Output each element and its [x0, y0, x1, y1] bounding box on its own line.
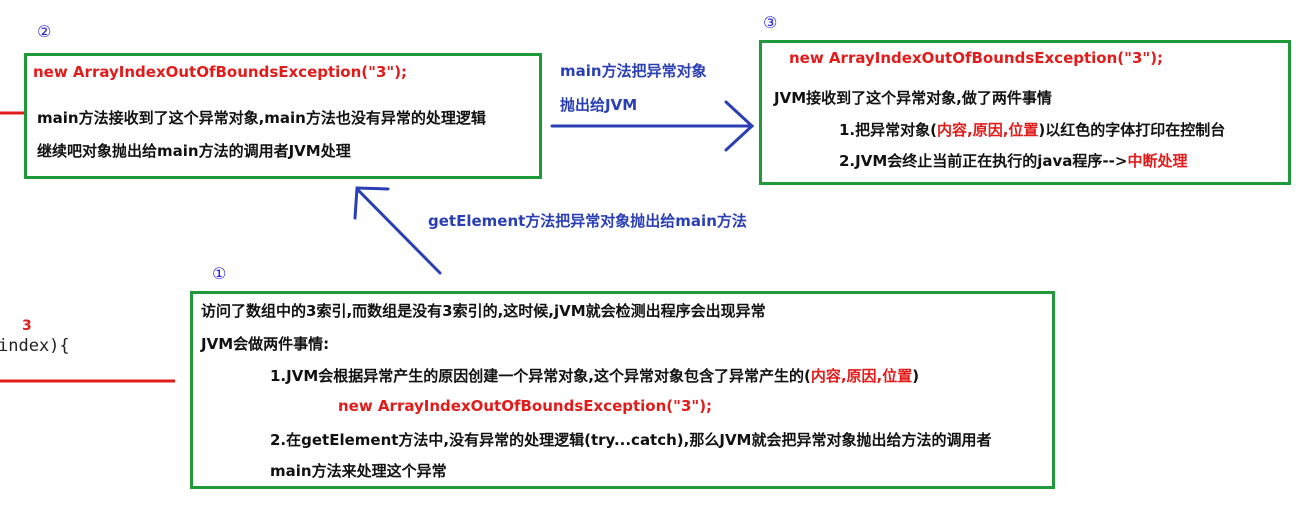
box1-exception: new ArrayIndexOutOfBoundsException("3");	[338, 397, 713, 415]
box1-line2: JVM会做两件事情:	[201, 335, 330, 353]
box2-line2: 继续吧对象抛出给main方法的调用者JVM处理	[37, 142, 351, 160]
box3-line3: 2.JVM会终止当前正在执行的java程序-->中断处理	[839, 152, 1188, 170]
box1-line4: 2.在getElement方法中,没有异常的处理逻辑(try...catch),…	[270, 431, 992, 449]
circled-number-3: ③	[763, 13, 778, 32]
arrow-label-main-to-jvm-2: 抛出给JVM	[560, 96, 638, 114]
box1-line5: main方法来处理这个异常	[270, 462, 447, 480]
code-fragment-text: index){	[0, 336, 70, 356]
box2-exception: new ArrayIndexOutOfBoundsException("3");	[33, 63, 408, 81]
box2-line1: main方法接收到了这个异常对象,main方法也没有异常的处理逻辑	[37, 109, 486, 127]
code-fragment-index-value: 3	[22, 318, 32, 334]
box3-exception: new ArrayIndexOutOfBoundsException("3");	[789, 49, 1164, 67]
box-main-method: new ArrayIndexOutOfBoundsException("3");…	[24, 53, 542, 179]
circled-number-1: ①	[212, 264, 227, 283]
circled-number-2: ②	[37, 22, 52, 41]
arrow-label-getelement-to-main: getElement方法把异常对象抛出给main方法	[428, 212, 747, 230]
box-jvm: new ArrayIndexOutOfBoundsException("3");…	[759, 40, 1291, 185]
box3-line1: JVM接收到了这个异常对象,做了两件事情	[774, 89, 1052, 107]
box1-line3: 1.JVM会根据异常产生的原因创建一个异常对象,这个异常对象包含了异常产生的(内…	[270, 367, 920, 385]
box1-line1: 访问了数组中的3索引,而数组是没有3索引的,这时候,jVM就会检测出程序会出现异…	[201, 302, 766, 320]
box3-line2: 1.把异常对象(内容,原因,位置)以红色的字体打印在控制台	[839, 121, 1226, 139]
box-getelement-method: 访问了数组中的3索引,而数组是没有3索引的,这时候,jVM就会检测出程序会出现异…	[190, 291, 1055, 489]
arrow-label-main-to-jvm-1: main方法把异常对象	[560, 62, 707, 80]
